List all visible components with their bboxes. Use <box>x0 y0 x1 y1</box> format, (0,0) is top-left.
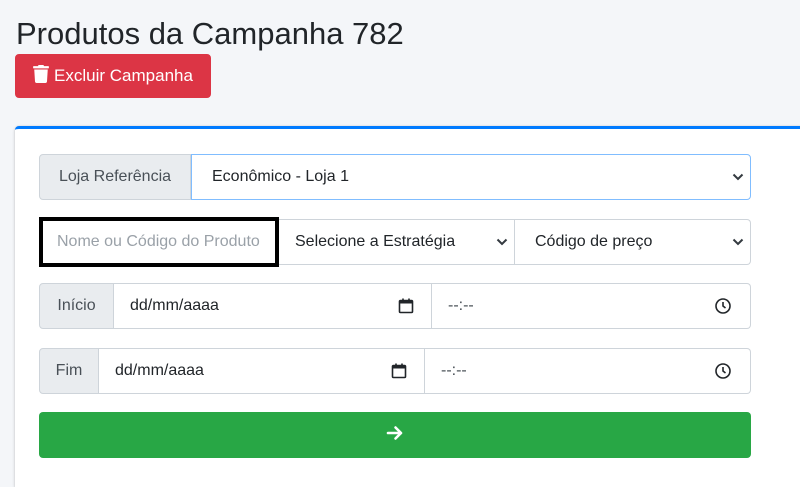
start-date-input[interactable]: dd/mm/aaaa <box>114 283 432 329</box>
end-date-input[interactable]: dd/mm/aaaa <box>99 348 425 394</box>
start-time-value: --:-- <box>448 297 474 314</box>
calendar-icon[interactable] <box>390 362 408 380</box>
calendar-icon[interactable] <box>397 297 415 315</box>
store-label: Loja Referência <box>39 154 191 200</box>
strategy-select-value: Selecione a Estratégia <box>295 233 456 250</box>
end-label: Fim <box>39 348 99 394</box>
end-time-value: --:-- <box>441 362 467 379</box>
clock-icon[interactable] <box>714 297 732 315</box>
end-row: Fim dd/mm/aaaa --:-- <box>39 348 751 394</box>
chevron-down-icon <box>732 235 744 249</box>
delete-campaign-button[interactable]: Excluir Campanha <box>15 54 211 98</box>
clock-icon[interactable] <box>714 362 732 380</box>
trash-icon <box>33 64 49 88</box>
end-label-text: Fim <box>55 362 83 379</box>
price-code-select-value: Código de preço <box>535 233 653 250</box>
product-row: Nome ou Código do Produto Selecione a Es… <box>39 217 751 267</box>
campaign-form-card: Loja Referência Econômico - Loja 1 Nome … <box>15 126 800 487</box>
strategy-select[interactable]: Selecione a Estratégia <box>279 219 515 265</box>
delete-campaign-label: Excluir Campanha <box>54 66 193 85</box>
store-select-value: Econômico - Loja 1 <box>212 168 349 185</box>
store-row: Loja Referência Econômico - Loja 1 <box>39 154 751 200</box>
submit-button[interactable] <box>39 412 751 458</box>
arrow-right-icon <box>385 423 405 448</box>
start-date-value: dd/mm/aaaa <box>130 297 219 314</box>
chevron-down-icon <box>496 235 508 249</box>
start-row: Início dd/mm/aaaa --:-- <box>39 283 751 329</box>
page-title: Produtos da Campanha 782 <box>16 16 404 51</box>
store-select[interactable]: Econômico - Loja 1 <box>191 154 751 200</box>
start-label: Início <box>39 283 114 329</box>
product-search-input[interactable]: Nome ou Código do Produto <box>39 217 279 267</box>
start-time-input[interactable]: --:-- <box>432 283 751 329</box>
end-date-value: dd/mm/aaaa <box>115 362 204 379</box>
start-label-text: Início <box>57 297 96 314</box>
product-search-placeholder: Nome ou Código do Produto <box>57 233 260 250</box>
chevron-down-icon <box>732 170 744 184</box>
store-label-text: Loja Referência <box>58 168 172 185</box>
price-code-select[interactable]: Código de preço <box>515 219 751 265</box>
end-time-input[interactable]: --:-- <box>425 348 751 394</box>
